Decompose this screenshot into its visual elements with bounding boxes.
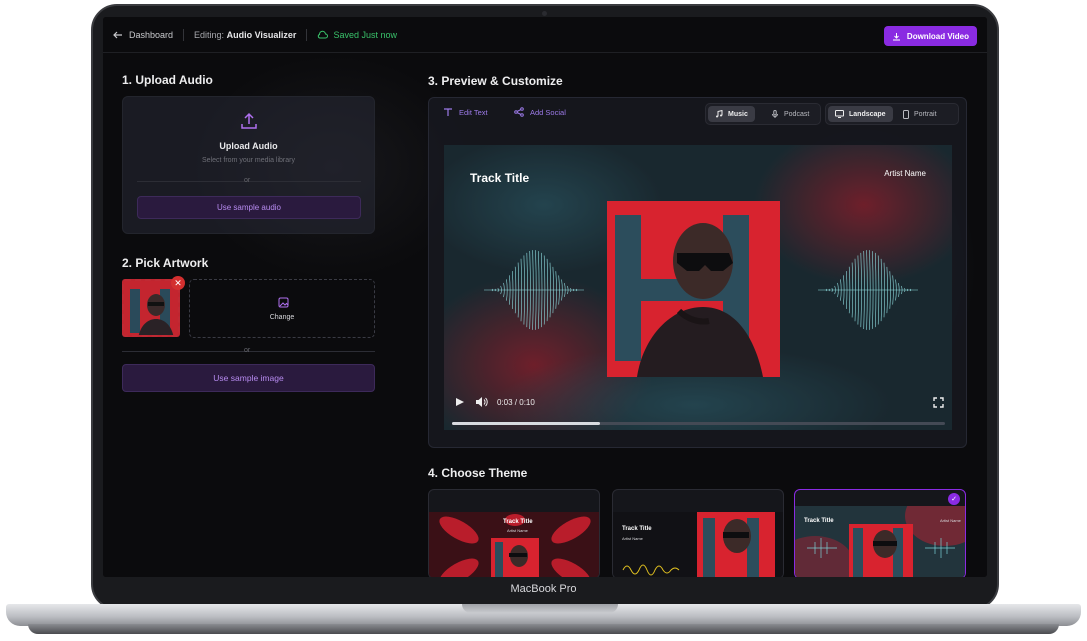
saved-status: Saved Just now bbox=[317, 30, 397, 40]
image-icon bbox=[278, 297, 289, 308]
project-title: Audio Visualizer bbox=[226, 29, 297, 40]
editing-prefix: Editing: bbox=[194, 29, 225, 40]
music-note-icon bbox=[716, 110, 723, 118]
play-icon[interactable] bbox=[453, 396, 465, 408]
artwork-image bbox=[607, 201, 780, 377]
back-label: Dashboard bbox=[129, 29, 174, 40]
upload-title: Upload Audio bbox=[219, 141, 278, 151]
laptop-notch bbox=[462, 604, 618, 613]
theme-card-3[interactable]: Track Title Artist Name bbox=[794, 489, 966, 577]
add-social-button[interactable]: Add Social bbox=[514, 107, 566, 117]
change-label: Change bbox=[269, 314, 295, 321]
video-preview[interactable]: Track Title Artist Name 0:03 / 0:10 bbox=[444, 145, 952, 430]
use-sample-audio-button[interactable]: Use sample audio bbox=[137, 196, 361, 219]
or-label: or bbox=[244, 177, 251, 184]
theme-1-artist: Artist Name bbox=[507, 528, 528, 533]
preview-heading: 3. Preview & Customize bbox=[428, 74, 563, 88]
progress-fill bbox=[452, 422, 600, 425]
upload-icon bbox=[241, 112, 257, 129]
or-label: or bbox=[244, 347, 251, 354]
text-icon bbox=[444, 108, 452, 116]
phone-icon bbox=[903, 109, 909, 119]
music-label: Music bbox=[728, 110, 748, 118]
portrait-label: Portrait bbox=[914, 110, 937, 118]
theme-3-title: Track Title bbox=[804, 518, 834, 524]
waveform-left bbox=[484, 250, 584, 330]
top-bar: Dashboard Editing: Audio Visualizer Save… bbox=[103, 17, 987, 53]
app-screen: Dashboard Editing: Audio Visualizer Save… bbox=[103, 17, 987, 577]
orientation-landscape-option[interactable]: Landscape bbox=[828, 106, 893, 122]
playback-progress[interactable] bbox=[452, 422, 945, 425]
artwork-thumbnail[interactable] bbox=[122, 279, 180, 337]
theme-card-1[interactable]: Track Title Artist Name bbox=[428, 489, 600, 577]
edit-text-button[interactable]: Edit Text bbox=[443, 107, 488, 117]
mode-music-option[interactable]: Music bbox=[708, 106, 755, 122]
add-social-label: Add Social bbox=[530, 107, 566, 117]
playback-time: 0:03 / 0:10 bbox=[497, 398, 535, 407]
choose-theme-heading: 4. Choose Theme bbox=[428, 466, 528, 480]
arrow-left-icon bbox=[113, 31, 122, 38]
upload-audio-heading: 1. Upload Audio bbox=[122, 73, 213, 87]
theme-card-2[interactable]: Track Title Artist Name bbox=[612, 489, 784, 577]
theme-3-preview bbox=[795, 506, 965, 577]
theme-2-artist: Artist Name bbox=[622, 536, 643, 541]
monitor-icon bbox=[835, 110, 844, 118]
remove-artwork-button[interactable]: ✕ bbox=[171, 276, 185, 290]
back-to-dashboard[interactable]: Dashboard bbox=[113, 30, 173, 40]
edit-text-label: Edit Text bbox=[459, 107, 488, 117]
theme-1-title: Track Title bbox=[503, 519, 533, 525]
theme-2-title: Track Title bbox=[622, 526, 652, 532]
podcast-label: Podcast bbox=[784, 110, 810, 118]
upload-subtitle: Select from your media library bbox=[202, 157, 295, 164]
divider bbox=[183, 28, 185, 41]
saved-label: Saved Just now bbox=[333, 29, 397, 40]
microphone-icon bbox=[772, 110, 778, 118]
selected-check-icon: ✓ bbox=[948, 493, 960, 505]
orientation-portrait-option[interactable]: Portrait bbox=[896, 106, 944, 122]
fullscreen-icon[interactable] bbox=[933, 397, 944, 408]
cover-artwork bbox=[607, 201, 780, 377]
cloud-check-icon bbox=[318, 30, 329, 39]
device-label: MacBook Pro bbox=[510, 583, 577, 595]
mode-toggle: Music Podcast bbox=[705, 103, 821, 125]
pick-artwork-heading: 2. Pick Artwork bbox=[122, 256, 209, 270]
laptop-base-shadow bbox=[28, 624, 1059, 634]
camera bbox=[542, 11, 547, 16]
share-icon bbox=[514, 107, 524, 117]
use-sample-image-button[interactable]: Use sample image bbox=[122, 364, 375, 392]
track-title[interactable]: Track Title bbox=[470, 171, 529, 185]
divider bbox=[306, 28, 308, 41]
change-artwork-button[interactable]: Change bbox=[189, 279, 375, 338]
download-label: Download Video bbox=[906, 31, 969, 41]
orientation-toggle: Landscape Portrait bbox=[825, 103, 959, 125]
laptop-frame: Dashboard Editing: Audio Visualizer Save… bbox=[0, 0, 1087, 641]
project-name: Editing: Audio Visualizer bbox=[194, 30, 296, 40]
mode-podcast-option[interactable]: Podcast bbox=[764, 106, 816, 122]
artist-name[interactable]: Artist Name bbox=[884, 169, 926, 178]
upload-audio-dropzone[interactable]: Upload Audio Select from your media libr… bbox=[122, 96, 375, 234]
landscape-label: Landscape bbox=[849, 110, 886, 118]
theme-2-preview bbox=[613, 512, 783, 577]
waveform-right bbox=[818, 250, 918, 330]
artwork-image bbox=[124, 281, 178, 335]
theme-3-artist: Artist Name bbox=[940, 518, 961, 523]
download-video-button[interactable]: Download Video bbox=[883, 26, 977, 46]
volume-icon[interactable] bbox=[475, 396, 488, 408]
download-icon bbox=[892, 32, 900, 40]
